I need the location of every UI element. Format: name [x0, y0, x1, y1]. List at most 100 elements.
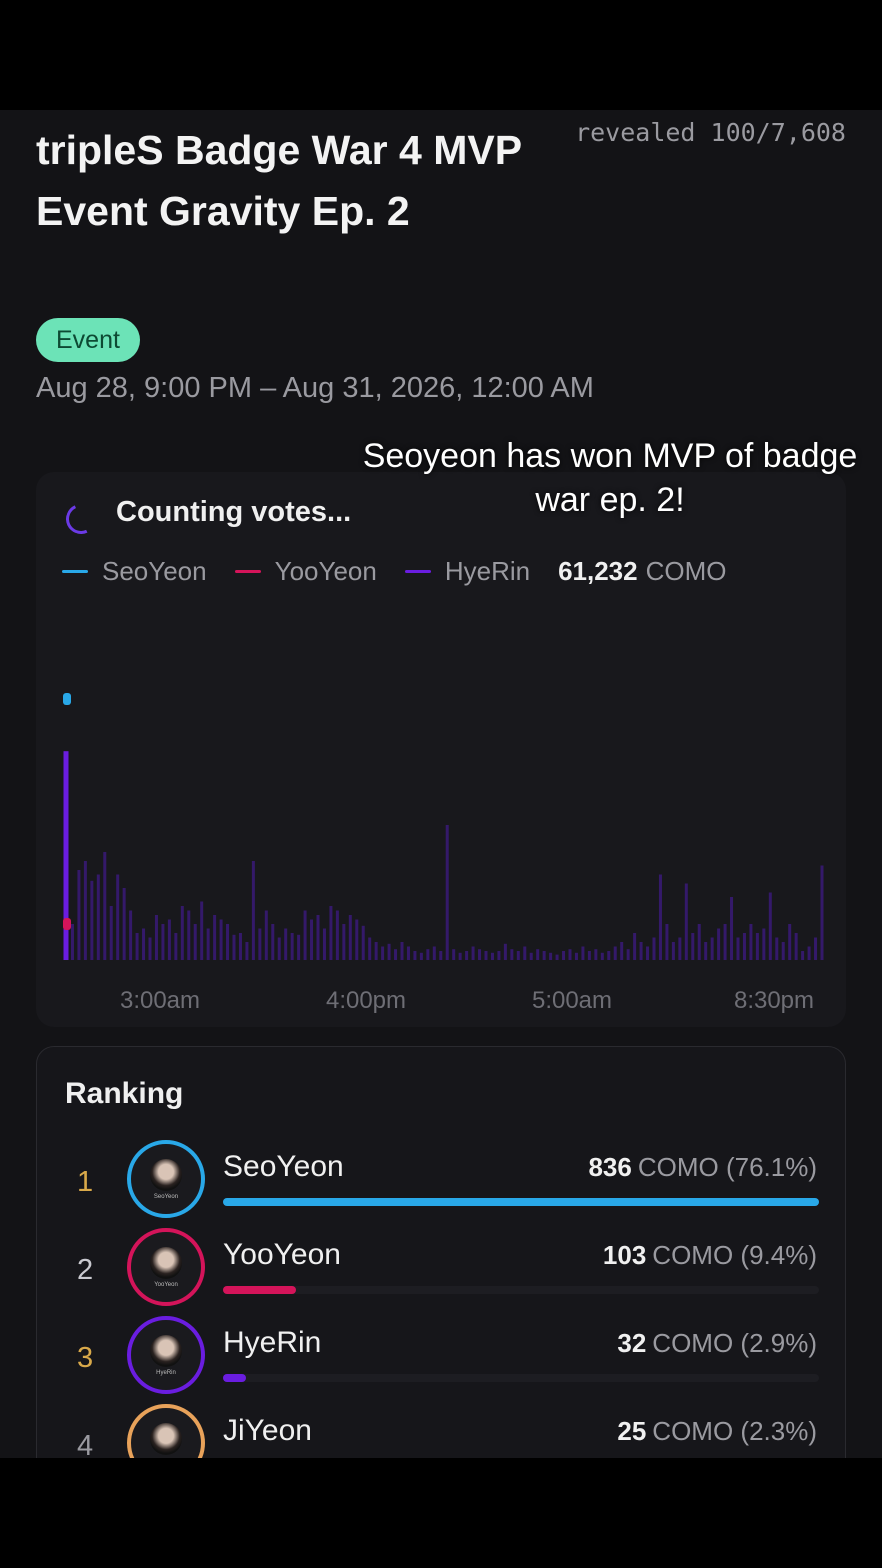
chart-bar-hyerin	[83, 861, 87, 960]
chart-bar-hyerin	[587, 951, 591, 960]
share-bar-track	[223, 1374, 819, 1382]
chart-bar-hyerin	[142, 928, 146, 960]
chart-bar-hyerin	[193, 924, 197, 960]
chart-bar-hyerin	[426, 949, 430, 960]
ranking-row[interactable]: 2 YooYeon YooYeon 103 COMO (9.4%)	[37, 1228, 845, 1316]
avatar-label: SeoYeon	[153, 1194, 179, 1200]
share-bar-fill	[223, 1198, 819, 1206]
chart-bar-hyerin	[820, 865, 824, 960]
chart-bar-hyerin	[439, 951, 443, 960]
chart-bar-hyerin	[161, 924, 165, 960]
chart-bar-hyerin	[639, 942, 643, 960]
share-bar-fill	[223, 1286, 297, 1294]
event-type-badge: Event	[36, 318, 140, 362]
ranking-row[interactable]: 4 JiYeon JiYeon 25COMO (2.3%)	[37, 1404, 845, 1458]
chart-bar-hyerin	[510, 949, 514, 960]
chart-bar-hyerin	[730, 897, 734, 960]
chart-bar-hyerin	[335, 910, 339, 960]
member-como-unit: COMO	[652, 1328, 734, 1358]
avatar-label: YooYeon	[154, 1282, 178, 1288]
chart-bar-hyerin	[788, 924, 792, 960]
chart-bar-hyerin	[432, 946, 436, 960]
chart-bar-hyerin	[180, 906, 184, 960]
chart-bar-hyerin	[381, 946, 385, 960]
chart-bar-hyerin	[465, 951, 469, 960]
rank-number: 4	[77, 1430, 94, 1458]
chart-bar-hyerin	[206, 928, 210, 960]
member-como-percent: (9.4%)	[740, 1240, 817, 1270]
chart-bar-hyerin	[329, 906, 333, 960]
chart-bar-hyerin	[516, 951, 520, 960]
chart-bar-hyerin	[238, 933, 242, 960]
member-avatar[interactable]: HyeRin	[127, 1316, 205, 1394]
ranking-row[interactable]: 3 HyeRin HyeRin 32 COMO (2.9%)	[37, 1316, 845, 1404]
chart-bar-hyerin	[297, 934, 301, 960]
chart-bar-hyerin	[400, 942, 404, 960]
chart-bar-hyerin	[697, 924, 701, 960]
chart-bar-hyerin	[232, 934, 236, 960]
chart-bar-hyerin	[103, 852, 107, 960]
chart-bar-hyerin	[290, 933, 294, 960]
chart-bar-hyerin	[458, 952, 462, 960]
rank-number: 2	[77, 1254, 94, 1286]
ranking-row[interactable]: 1 SeoYeon SeoYeon 836 COMO (76.1%)	[37, 1140, 845, 1228]
chart-bar-hyerin	[717, 928, 721, 960]
chart-bar-hyerin	[801, 951, 805, 960]
share-bar-track	[223, 1198, 819, 1206]
chart-bar-hyerin	[245, 942, 249, 960]
member-como-stat: 836 COMO (76.1%)	[588, 1152, 817, 1183]
chart-bar-hyerin	[594, 949, 598, 960]
member-avatar[interactable]: YooYeon	[127, 1228, 205, 1306]
chart-bar-hyerin	[529, 952, 533, 960]
chart-bar-hyerin	[523, 946, 527, 960]
share-bar-fill	[223, 1374, 246, 1382]
chart-bar-hyerin	[620, 942, 624, 960]
member-como-stat: 32 COMO (2.9%)	[617, 1328, 817, 1359]
member-como-value: 32	[617, 1328, 647, 1358]
x-axis-tick-label: 8:30pm	[734, 987, 814, 1014]
member-avatar[interactable]: SeoYeon	[127, 1140, 205, 1218]
chart-bar-hyerin	[549, 952, 553, 960]
member-photo	[150, 1159, 182, 1191]
member-como-value: 836	[588, 1152, 632, 1182]
chart-bar-hyerin	[200, 901, 204, 960]
chart-bar-hyerin	[258, 928, 262, 960]
votes-chart-card: Counting votes... SeoYeon YooYeon HyeRin…	[36, 472, 846, 1027]
chart-bar-hyerin	[77, 870, 81, 960]
chart-bar-hyerin	[96, 874, 100, 960]
chart-bar-hyerin	[452, 949, 456, 960]
chart-bar-hyerin	[271, 924, 275, 960]
member-como-unit: COMO	[652, 1240, 734, 1270]
member-como-unit: COMO	[652, 1416, 734, 1446]
chart-bar-hyerin	[122, 888, 126, 960]
member-avatar[interactable]: JiYeon	[127, 1404, 205, 1458]
event-date-range: Aug 28, 9:00 PM – Aug 31, 2026, 12:00 AM	[36, 372, 594, 404]
chart-bar-hyerin	[646, 946, 650, 960]
chart-bar-hyerin	[658, 874, 662, 960]
member-como-value: 103	[602, 1240, 647, 1270]
chart-bar-hyerin	[607, 951, 611, 960]
chart-bar-hyerin	[109, 906, 113, 960]
chart-bar-hyerin	[807, 946, 811, 960]
chart-bar-hyerin	[503, 943, 507, 960]
chart-bar-hyerin	[348, 915, 352, 960]
member-como-stat: 25 COMO (2.3%)	[617, 1416, 817, 1447]
chart-bar-hyerin	[310, 919, 314, 960]
rank-number: 3	[77, 1342, 94, 1374]
chart-bar-hyerin	[581, 946, 585, 960]
chart-bar-hyerin	[736, 937, 740, 960]
chart-bar-hyerin	[633, 933, 637, 960]
chart-bar-hyerin	[478, 949, 482, 960]
ranking-title: Ranking	[65, 1077, 184, 1110]
chart-bar-hyerin	[794, 933, 798, 960]
member-name: YooYeon	[223, 1238, 341, 1271]
chart-bar-hyerin	[148, 937, 152, 960]
votes-timeline-chart[interactable]: 3:00am 4:00pm 5:00am 8:30pm	[36, 472, 846, 1027]
ranking-card: Ranking 1 SeoYeon SeoYeon 836 COMO (76.1%) 2 Y…	[36, 1046, 846, 1458]
rank-number: 1	[77, 1166, 94, 1198]
chart-bar-hyerin	[303, 910, 307, 960]
chart-bar-hyerin	[251, 861, 255, 960]
chart-bar-hyerin	[154, 915, 158, 960]
chart-bar-hyerin	[781, 942, 785, 960]
chart-bar-hyerin	[562, 951, 566, 960]
